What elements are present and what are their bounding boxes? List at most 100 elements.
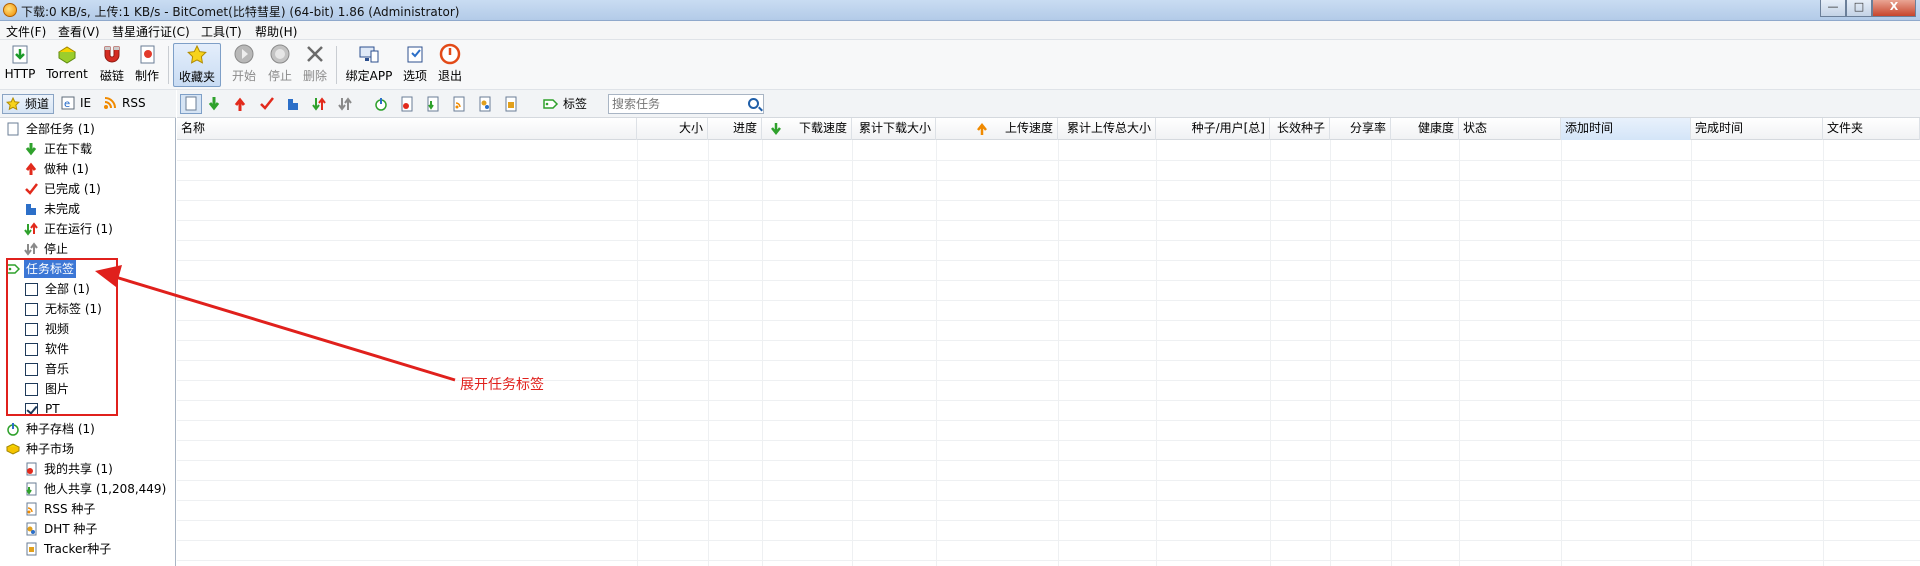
seeding-filter-icon[interactable]	[232, 96, 248, 112]
close-button[interactable]: X	[1872, 0, 1916, 17]
table-header: 名称 大小 进度 下载速度 累计下载大小 上传速度 累计上传总大小 种子/用户[…	[177, 118, 1920, 140]
column-divider	[1391, 140, 1392, 566]
menu-comet-pass[interactable]: 彗星通行证(C)	[112, 23, 190, 40]
table-row-line	[177, 540, 1920, 541]
col-total-uploaded[interactable]: 累计上传总大小	[1058, 118, 1156, 140]
incomplete-filter-icon[interactable]	[285, 96, 301, 112]
delete-icon	[304, 43, 326, 65]
others-share-filter-icon[interactable]	[425, 96, 441, 112]
column-divider	[1823, 140, 1824, 566]
options-icon	[404, 43, 426, 65]
title-bar: 下载:0 KB/s, 上传:1 KB/s - BitComet(比特彗星) (6…	[0, 0, 1920, 21]
menu-tools[interactable]: 工具(T)	[201, 23, 242, 40]
table-row-line	[177, 440, 1920, 441]
tracker-seeds-icon	[24, 542, 38, 556]
table-row-line	[177, 400, 1920, 401]
magnet-button[interactable]: 磁链	[98, 43, 126, 87]
table-row-line	[177, 340, 1920, 341]
col-share-ratio[interactable]: 分享率	[1330, 118, 1391, 140]
table-row-line	[177, 500, 1920, 501]
col-name[interactable]: 名称	[177, 118, 637, 140]
magnet-icon	[101, 43, 123, 65]
col-folder[interactable]: 文件夹	[1823, 118, 1920, 140]
rss-filter-icon[interactable]	[451, 96, 467, 112]
col-added-time[interactable]: 添加时间	[1561, 118, 1691, 140]
running-filter-icon[interactable]	[311, 96, 327, 112]
toolbar-separator	[336, 46, 337, 84]
table-row-line	[177, 180, 1920, 181]
make-torrent-button[interactable]: 制作	[133, 43, 161, 87]
tab-rss[interactable]: RSS	[100, 94, 148, 114]
favorites-star-icon	[186, 44, 208, 66]
column-divider	[852, 140, 853, 566]
tracker-filter-icon[interactable]	[503, 96, 519, 112]
options-button[interactable]: 选项	[401, 43, 429, 87]
dht-filter-icon[interactable]	[477, 96, 493, 112]
delete-button[interactable]: 删除	[301, 43, 329, 87]
bind-app-button[interactable]: 绑定APP	[344, 43, 394, 87]
incomplete-icon	[24, 202, 38, 216]
column-divider	[1691, 140, 1692, 566]
col-progress[interactable]: 进度	[708, 118, 762, 140]
ie-icon: e	[61, 96, 75, 110]
start-button[interactable]: 开始	[230, 43, 258, 87]
tag-filter[interactable]: 标签	[543, 96, 603, 112]
tag-filter-label: 标签	[563, 97, 588, 111]
upload-speed-arrow-icon	[976, 122, 988, 143]
col-upload-speed[interactable]: 上传速度	[936, 118, 1058, 140]
torrent-button[interactable]: Torrent	[44, 43, 90, 87]
menu-file[interactable]: 文件(F)	[6, 23, 46, 40]
favorites-button[interactable]: 收藏夹	[173, 43, 221, 87]
tab-ie[interactable]: e IE	[58, 94, 98, 114]
annotation-note: 展开任务标签	[460, 377, 544, 393]
menu-help[interactable]: 帮助(H)	[255, 23, 297, 40]
col-total-downloaded[interactable]: 累计下载大小	[852, 118, 936, 140]
stopped-arrows-icon	[24, 242, 38, 256]
search-icon[interactable]	[748, 98, 759, 109]
col-download-speed[interactable]: 下载速度	[762, 118, 852, 140]
exit-power-icon	[439, 43, 461, 65]
stop-button[interactable]: 停止	[266, 43, 294, 87]
bitcomet-app-icon	[3, 3, 17, 17]
table-row-line	[177, 320, 1920, 321]
archive-filter-icon[interactable]	[373, 96, 389, 112]
http-button[interactable]: HTTP	[4, 43, 36, 87]
downloading-filter-icon[interactable]	[206, 96, 222, 112]
column-divider	[1058, 140, 1059, 566]
make-torrent-icon	[136, 43, 158, 65]
others-share-icon	[24, 482, 38, 496]
maximize-button[interactable]: □	[1846, 0, 1872, 17]
my-share-filter-icon[interactable]	[399, 96, 415, 112]
dht-seeds-icon	[24, 522, 38, 536]
menu-view[interactable]: 查看(V)	[58, 23, 100, 40]
search-input[interactable]	[609, 95, 739, 113]
torrent-archive-icon	[6, 422, 20, 436]
task-toolbar: 标签	[177, 90, 1920, 118]
exit-button[interactable]: 退出	[436, 43, 464, 87]
stopped-filter-icon[interactable]	[337, 96, 353, 112]
bind-app-icon	[358, 43, 380, 65]
upload-arrow-icon	[24, 162, 38, 176]
search-box[interactable]	[608, 94, 764, 114]
col-long-term-seed[interactable]: 长效种子	[1270, 118, 1330, 140]
window-controls: — □ X	[1820, 0, 1916, 17]
col-status[interactable]: 状态	[1459, 118, 1561, 140]
column-divider	[762, 140, 763, 566]
minimize-button[interactable]: —	[1820, 0, 1846, 17]
col-completed-time[interactable]: 完成时间	[1691, 118, 1823, 140]
table-row-line	[177, 280, 1920, 281]
completed-filter-icon[interactable]	[259, 96, 275, 112]
column-divider	[1270, 140, 1271, 566]
table-row-line	[177, 160, 1920, 161]
all-tasks-filter-icon[interactable]	[180, 94, 202, 114]
table-row-line	[177, 200, 1920, 201]
task-tags-highlight-box	[6, 258, 118, 416]
col-health[interactable]: 健康度	[1391, 118, 1459, 140]
col-seeds-peers[interactable]: 种子/用户[总]	[1156, 118, 1270, 140]
running-arrows-icon	[24, 222, 38, 236]
tab-channel[interactable]: 频道	[2, 94, 54, 114]
tag-filter-icon	[543, 99, 559, 109]
start-icon	[233, 43, 255, 65]
col-size[interactable]: 大小	[637, 118, 708, 140]
rss-icon	[103, 96, 117, 110]
